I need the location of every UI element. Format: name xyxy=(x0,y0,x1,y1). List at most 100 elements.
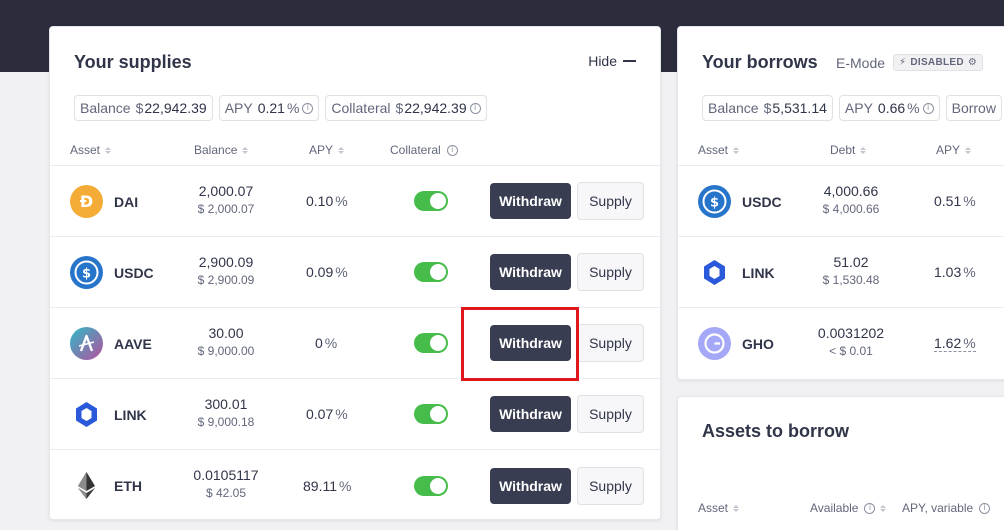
supplies-title: Your supplies xyxy=(74,52,192,72)
collateral-toggle[interactable] xyxy=(414,191,448,211)
withdraw-button[interactable]: Withdraw xyxy=(490,396,571,432)
column-apy[interactable]: APY xyxy=(309,143,345,157)
info-icon[interactable]: i xyxy=(979,502,991,514)
gho-token-icon xyxy=(698,327,731,360)
minus-icon xyxy=(623,60,636,62)
eth-token-icon xyxy=(70,469,103,502)
debt-cell: 51.02 $ 1,530.48 xyxy=(822,254,880,287)
balance-cell: 2,000.07 $ 2,000.07 xyxy=(197,183,255,216)
column-apy-variable[interactable]: APY, variable i xyxy=(902,501,991,515)
your-borrows-panel: Your borrows E-Mode ⚡ DISABLED ⚙ Balance… xyxy=(677,26,1004,380)
sort-icon xyxy=(242,146,249,154)
apy-cell: 89.11% xyxy=(303,478,352,494)
info-icon[interactable]: i xyxy=(302,102,314,114)
lightning-icon: ⚡ xyxy=(899,57,907,68)
svg-text:Đ: Đ xyxy=(80,192,93,211)
emode-indicator: E-Mode ⚡ DISABLED ⚙ xyxy=(836,54,984,71)
sort-icon xyxy=(860,146,867,154)
column-debt[interactable]: Debt xyxy=(830,143,867,157)
supplies-apy-chip: APY 0.21% i xyxy=(218,95,320,121)
hide-supplies-button[interactable]: Hide xyxy=(588,53,636,69)
info-icon[interactable]: i xyxy=(922,102,934,114)
balance-cell: 300.01 $ 9,000.18 xyxy=(197,396,255,429)
aave-token-icon xyxy=(70,327,103,360)
column-asset[interactable]: Asset xyxy=(70,143,112,157)
apy-cell: 0.51% xyxy=(934,193,976,209)
column-apy[interactable]: APY xyxy=(936,143,972,157)
svg-text:$: $ xyxy=(710,196,719,211)
borrows-apy-chip: APY 0.66% i xyxy=(838,95,940,121)
borrow-row-link: LINK 51.02 $ 1,530.48 1.03% xyxy=(678,236,1004,307)
borrow-row-gho: GHO 0.0031202 < $ 0.01 1.62% xyxy=(678,307,1004,378)
apy-cell: 1.03% xyxy=(934,264,976,280)
column-available[interactable]: Available i xyxy=(810,501,887,515)
supplies-balance-chip: Balance $22,942.39 xyxy=(74,95,213,121)
asset-cell: AAVE xyxy=(70,327,152,360)
column-asset[interactable]: Asset xyxy=(698,143,740,157)
usdc-token-icon: $ xyxy=(70,256,103,289)
debt-cell: 0.0031202 < $ 0.01 xyxy=(817,325,885,358)
withdraw-button[interactable]: Withdraw xyxy=(490,468,571,504)
asset-cell: $ USDC xyxy=(698,185,782,218)
column-collateral: Collateral i xyxy=(390,143,458,157)
apy-cell: 0.10% xyxy=(306,193,348,209)
info-icon[interactable]: i xyxy=(469,102,481,114)
supply-button[interactable]: Supply xyxy=(577,395,644,433)
collateral-toggle[interactable] xyxy=(414,476,448,496)
borrow-power-chip: Borrow xyxy=(945,95,1002,121)
asset-cell: Đ DAI xyxy=(70,185,138,218)
gear-icon: ⚙ xyxy=(967,57,978,68)
hide-label: Hide xyxy=(588,53,617,69)
asset-cell: LINK xyxy=(70,398,147,431)
your-supplies-panel: Your supplies Hide Balance $22,942.39 AP… xyxy=(49,26,661,520)
supply-button[interactable]: Supply xyxy=(577,253,644,291)
withdraw-button[interactable]: Withdraw xyxy=(490,254,571,290)
balance-cell: 2,900.09 $ 2,900.09 xyxy=(197,254,255,287)
supply-button[interactable]: Supply xyxy=(577,324,644,362)
collateral-toggle[interactable] xyxy=(414,262,448,282)
link-token-icon xyxy=(698,256,731,289)
assets-to-borrow-title: Assets to borrow xyxy=(702,421,850,441)
sort-icon xyxy=(880,504,887,512)
asset-cell: GHO xyxy=(698,327,774,360)
supply-button[interactable]: Supply xyxy=(577,467,644,505)
withdraw-button[interactable]: Withdraw xyxy=(490,183,571,219)
apy-cell[interactable]: 1.62% xyxy=(934,335,976,352)
asset-cell: ETH xyxy=(70,469,142,502)
column-asset[interactable]: Asset xyxy=(698,501,740,515)
apy-cell: 0.07% xyxy=(306,406,348,422)
supply-button[interactable]: Supply xyxy=(577,182,644,220)
assets-to-borrow-panel: Assets to borrow Asset Available i APY, v… xyxy=(677,396,1004,530)
supply-row-usdc: $ USDC 2,900.09 $ 2,900.09 0.09% Withdra… xyxy=(50,236,660,307)
asset-cell: LINK xyxy=(698,256,775,289)
balance-cell: 0.0105117 $ 42.05 xyxy=(193,467,259,500)
svg-text:$: $ xyxy=(82,267,91,282)
collateral-toggle[interactable] xyxy=(414,404,448,424)
dai-token-icon: Đ xyxy=(70,185,103,218)
highlight-annotation xyxy=(461,307,579,381)
sort-icon xyxy=(733,504,740,512)
debt-cell: 4,000.66 $ 4,000.66 xyxy=(822,183,880,216)
supply-row-eth: ETH 0.0105117 $ 42.05 89.11% Withdraw Su… xyxy=(50,449,660,519)
assets-to-borrow-header: Asset Available i APY, variable i xyxy=(678,501,1004,529)
supply-row-link: LINK 300.01 $ 9,000.18 0.07% Withdraw Su… xyxy=(50,378,660,449)
sort-icon xyxy=(105,146,112,154)
link-token-icon xyxy=(70,398,103,431)
supply-row-dai: Đ DAI 2,000.07 $ 2,000.07 0.10% Withdraw… xyxy=(50,165,660,236)
supplies-summary: Balance $22,942.39 APY 0.21% i Collatera… xyxy=(74,95,487,121)
apy-cell: 0.09% xyxy=(306,264,348,280)
usdc-token-icon: $ xyxy=(698,185,731,218)
borrows-summary: Balance $5,531.14 APY 0.66% i Borrow xyxy=(702,95,1002,121)
sort-icon xyxy=(733,146,740,154)
collateral-toggle[interactable] xyxy=(414,333,448,353)
sort-icon xyxy=(338,146,345,154)
column-balance[interactable]: Balance xyxy=(194,143,249,157)
supplies-collateral-chip: Collateral $22,942.39 i xyxy=(325,95,487,121)
borrow-row-usdc: $ USDC 4,000.66 $ 4,000.66 0.51% xyxy=(678,165,1004,236)
emode-status-button[interactable]: ⚡ DISABLED ⚙ xyxy=(893,54,984,71)
info-icon[interactable]: i xyxy=(864,502,876,514)
sort-icon xyxy=(965,146,972,154)
balance-cell: 30.00 $ 9,000.00 xyxy=(197,325,255,358)
asset-cell: $ USDC xyxy=(70,256,154,289)
info-icon[interactable]: i xyxy=(446,144,458,156)
